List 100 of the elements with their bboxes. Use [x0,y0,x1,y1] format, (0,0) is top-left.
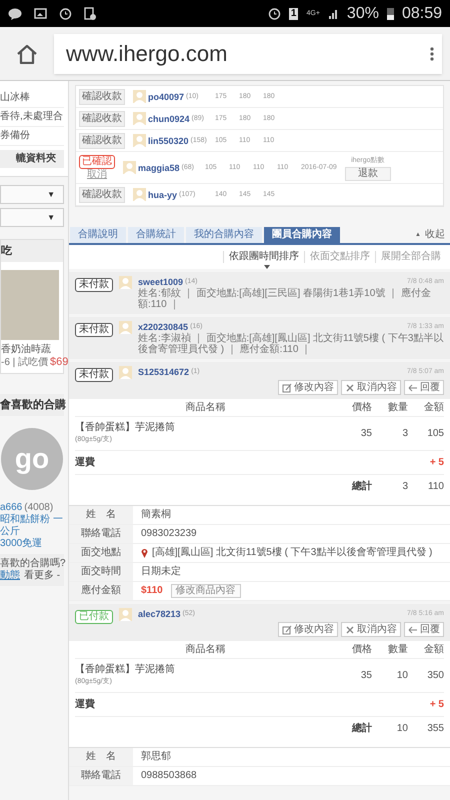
signal-icon [328,8,339,19]
edit-icon [282,382,292,392]
total-quantity: 10 [396,723,408,735]
reply-icon [408,382,418,392]
field-label: 姓 名 [69,748,133,766]
sidebar-link[interactable]: 香待,未處理合 [0,108,64,127]
action-button[interactable]: 取消內容 [341,380,401,395]
logo: go [1,428,63,490]
tab[interactable]: 合購說明 [70,227,126,243]
sidebar-link[interactable]: 券備份 [0,127,64,146]
username[interactable]: hua-yy [148,188,178,200]
map-pin-icon [141,548,148,558]
username[interactable]: sweet1009 [138,276,184,288]
username[interactable]: po40097 [148,90,184,102]
action-button[interactable]: 取消內容 [341,622,401,637]
sidebar-link[interactable]: 山冰棒 [0,89,64,108]
action-button[interactable]: 修改內容 [278,380,338,395]
confirm-payment-button[interactable]: 確認收款 [79,110,125,126]
user-count: (4008) [24,502,54,513]
clock: 08:59 [402,4,442,24]
close-icon [345,624,355,634]
total-amount: 355 [426,723,444,735]
payment-status-badge: 未付款 [75,323,113,337]
order-summary: 姓名:李淑禎 ｜ 面交地點:[高雄][鳳山區] 北文街11號5樓 ( 下午3點半以後會寄管理員代發 ) ｜ 應付金額:110 ｜ [138,333,444,355]
avatar-icon [119,321,132,334]
username[interactable]: lin550320 [148,134,189,146]
product-name: 香奶油時蔬 [1,344,52,356]
avatar-icon [133,188,146,201]
username[interactable]: alec78213 [138,608,181,620]
image-icon [34,8,47,20]
username[interactable]: maggia58 [138,162,180,174]
confirm-payment-button[interactable]: 確認收款 [79,88,125,104]
avatar-icon [119,276,132,289]
tab[interactable]: 團員合購內容 [264,227,340,243]
sim-indicator: 1 [288,8,298,20]
table-cell-text: 10 [396,670,408,682]
field-label: 面交地點 [69,544,133,562]
photo-placeholder [1,270,59,340]
avatar-icon [123,161,136,174]
username[interactable]: x220230845 [138,321,188,333]
confirm-payment-button[interactable]: 確認收款 [79,186,125,202]
field-value: 0988503868 [141,770,197,782]
action-button[interactable]: 回覆 [404,380,444,395]
table-cell-text: 35 [360,670,372,682]
avatar-icon [133,134,146,147]
order-summary: 姓名:郁紋 ｜ 面交地點:[高雄][三民區] 春陽街1巷1弄10號 ｜ 應付金額:110 ｜ [138,288,432,310]
action-button[interactable]: 修改內容 [278,622,338,637]
product-name: 【香帥蛋糕】芋泥捲筒 [75,422,176,434]
user-link[interactable]: a666 [0,502,22,513]
home-icon [16,44,38,64]
confirmed-badge: 已確認 [79,154,115,168]
total-amount: 110 [427,481,444,493]
field-value: 日期未定 [141,566,181,578]
section-title: 會喜歡的合購 [0,394,64,416]
username[interactable]: chun0924 [148,112,190,124]
shipping-amount: + 5 [428,456,444,468]
more-link[interactable]: 看更多 - [24,570,60,581]
alarm-icon [59,7,72,20]
dropdown[interactable]: ▼ [0,185,64,204]
avatar-icon [119,608,132,621]
shipping-note: 3000免運 [0,538,44,550]
close-icon [345,382,355,392]
field-label: 姓 名 [69,506,133,524]
folder-button[interactable]: 轆資料夾 [0,150,64,168]
edit-items-button[interactable]: 修改商品內容 [170,584,241,598]
refund-button[interactable]: 退款 [344,166,391,180]
section-title: 吃 [1,240,63,262]
field-value: $110 [141,585,163,597]
column-header: 商品名稱 [184,402,226,414]
product-name: 【香帥蛋糕】芋泥捲筒 [75,664,176,676]
tab[interactable]: 合購統計 [128,227,184,243]
prompt-link[interactable]: 動態 [0,570,20,581]
column-header: 價格 [351,402,372,414]
column-header: 數量 [387,402,408,414]
battery-level: 30% [346,4,379,24]
more-options-icon [430,46,434,60]
avatar-icon [133,112,146,125]
confirm-payment-button[interactable]: 確認收款 [79,132,125,148]
field-label: 聯絡電話 [69,525,133,543]
username[interactable]: S125314672 [138,366,190,378]
chat-bubble-icon [8,8,22,20]
field-value: 0983023239 [141,528,197,540]
prompt-question: 喜歡的合購嗎? [0,558,64,570]
avatar-icon [119,366,132,379]
table-cell-text: 35 [360,428,372,440]
tab[interactable]: 我的合購內容 [186,227,262,243]
payment-status-badge: 未付款 [75,278,113,292]
column-header: 商品名稱 [184,644,226,656]
dropdown[interactable]: ▼ [0,208,64,227]
product-link[interactable]: 昭和點餅粉 一公斤 [0,514,64,538]
table-cell-text: 105 [426,428,444,440]
alarm-icon [268,7,281,20]
total-label: 總計 [350,723,372,735]
column-header: 數量 [387,644,408,656]
battery-icon [386,7,394,20]
address-bar[interactable]: www.ihergo.com [54,34,442,74]
table-cell-text: 350 [426,670,444,682]
field-value: 簡素桐 [141,509,171,521]
total-quantity: 3 [401,481,408,493]
action-button[interactable]: 回覆 [404,622,444,637]
